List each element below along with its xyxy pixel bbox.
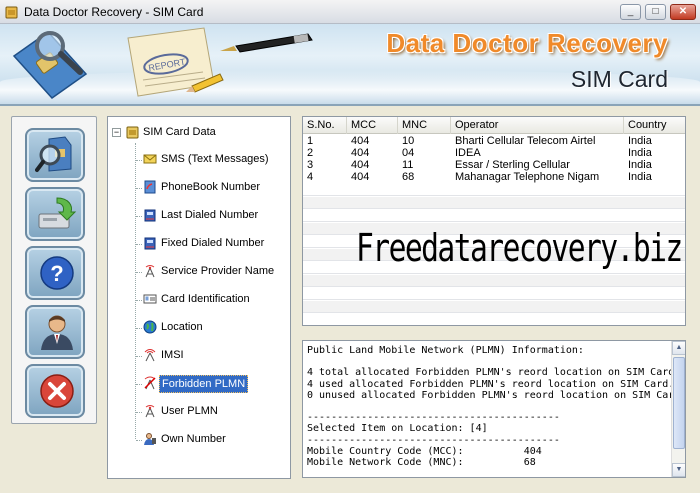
maximize-button[interactable]: □ [645, 4, 666, 20]
app-icon [5, 6, 18, 19]
antenna-icon [145, 265, 155, 278]
cell-operator: Mahanagar Telephone Nigam [455, 171, 600, 183]
cell-sno: 4 [307, 171, 314, 183]
collapse-toggle[interactable]: − [112, 128, 121, 137]
empty-row [303, 288, 685, 300]
brand-name: Data Doctor Recovery [386, 28, 668, 58]
exit-button[interactable] [25, 364, 85, 418]
cell-mcc: 404 [351, 171, 370, 183]
cell-operator: IDEA [455, 147, 481, 159]
sim-data-tree: − SIM Card Data SMS (Text Messages) Phon… [107, 116, 291, 479]
close-button[interactable]: ✕ [670, 4, 696, 20]
table-header: S.No. MCC MNC Operator Country [303, 117, 685, 134]
sim-search-button[interactable] [25, 128, 85, 182]
cell-mnc: 11 [402, 159, 414, 171]
column-header-operator[interactable]: Operator [451, 117, 624, 134]
empty-row [303, 275, 685, 287]
cell-sno: 1 [307, 135, 314, 147]
tree-root-label: SIM Card Data [143, 126, 216, 138]
product-name: SIM Card [570, 66, 668, 92]
window-title: Data Doctor Recovery - SIM Card [24, 5, 204, 19]
tree-item-label: Service Provider Name [161, 265, 275, 277]
scroll-thumb[interactable] [673, 357, 685, 449]
globe-icon [143, 320, 157, 334]
plmn-table: S.No. MCC MNC Operator Country 1 404 10 … [302, 116, 686, 326]
phonebook-icon [144, 180, 156, 194]
sim-chip-icon [126, 126, 139, 139]
tree-item-label: Fixed Dialed Number [161, 237, 265, 249]
antenna-icon [145, 405, 155, 418]
save-drive-icon [38, 197, 77, 229]
plmn-info-text: Public Land Mobile Network (PLMN) Inform… [307, 345, 685, 469]
column-header-mnc[interactable]: MNC [398, 117, 451, 134]
table-row[interactable]: 2 404 04 IDEA India [303, 147, 685, 159]
table-row[interactable]: 3 404 11 Essar / Sterling Cellular India [303, 159, 685, 171]
info-scrollbar[interactable]: ▲ ▼ [671, 341, 685, 477]
cell-mcc: 404 [351, 147, 370, 159]
table-row[interactable]: 4 404 68 Mahanagar Telephone Nigam India [303, 171, 685, 183]
plmn-info-panel[interactable]: Public Land Mobile Network (PLMN) Inform… [302, 340, 686, 478]
banner-illustration: REPORT [12, 27, 313, 99]
tree-item-label: IMSI [161, 349, 184, 361]
cell-sno: 2 [307, 147, 314, 159]
scroll-down-arrow-icon[interactable]: ▼ [672, 463, 685, 477]
cell-country: India [628, 147, 652, 159]
tree-item-label: SMS (Text Messages) [161, 153, 269, 165]
empty-row [303, 184, 685, 196]
left-toolbar: ? [11, 116, 97, 424]
pen-icon [220, 33, 313, 53]
cell-mnc: 68 [402, 171, 415, 183]
empty-row [303, 314, 685, 325]
title-bar: Data Doctor Recovery - SIM Card _ □ ✕ [0, 0, 700, 24]
tree-item-label: PhoneBook Number [161, 181, 261, 193]
id-card-icon [143, 294, 157, 304]
tree-item-label: Location [161, 321, 203, 333]
svg-text:?: ? [50, 261, 63, 286]
cell-country: India [628, 159, 652, 171]
column-header-mcc[interactable]: MCC [347, 117, 398, 134]
signal-icon [144, 349, 156, 362]
tree-item-label: Own Number [161, 433, 226, 445]
save-button[interactable] [25, 187, 85, 241]
cell-operator: Essar / Sterling Cellular [455, 159, 570, 171]
empty-row [303, 210, 685, 222]
tree-item-label: User PLMN [161, 405, 218, 417]
tree-item-label: Card Identification [161, 293, 250, 305]
column-header-sno[interactable]: S.No. [303, 117, 347, 134]
cell-operator: Bharti Cellular Telecom Airtel [455, 135, 596, 147]
help-button[interactable]: ? [25, 246, 85, 300]
phone-icon [144, 209, 156, 222]
cell-sno: 3 [307, 159, 314, 171]
column-header-country[interactable]: Country [624, 117, 685, 134]
tree-item-label: Last Dialed Number [161, 209, 259, 221]
forbidden-antenna-icon [144, 376, 156, 390]
cell-mnc: 04 [402, 147, 415, 159]
cell-mcc: 404 [351, 159, 370, 171]
empty-row [303, 301, 685, 313]
exit-icon [40, 374, 74, 408]
scroll-up-arrow-icon[interactable]: ▲ [672, 341, 685, 355]
table-row[interactable]: 1 404 10 Bharti Cellular Telecom Airtel … [303, 135, 685, 147]
empty-row [303, 197, 685, 209]
support-button[interactable] [25, 305, 85, 359]
help-icon: ? [40, 256, 74, 290]
tree-item-label: Forbidden PLMN [159, 375, 249, 393]
cell-mcc: 404 [351, 135, 370, 147]
cell-country: India [628, 171, 652, 183]
envelope-icon [143, 154, 157, 164]
cell-mnc: 10 [402, 135, 415, 147]
user-support-icon [41, 315, 73, 350]
header-banner: REPORT Data Doctor Recovery SIM Card [0, 24, 700, 106]
phone-icon [144, 237, 156, 250]
cell-country: India [628, 135, 652, 147]
minimize-button[interactable]: _ [620, 4, 641, 20]
sim-search-icon [35, 136, 72, 172]
watermark-text: Freedatarecovery.biz [356, 226, 683, 270]
person-icon [144, 433, 156, 445]
